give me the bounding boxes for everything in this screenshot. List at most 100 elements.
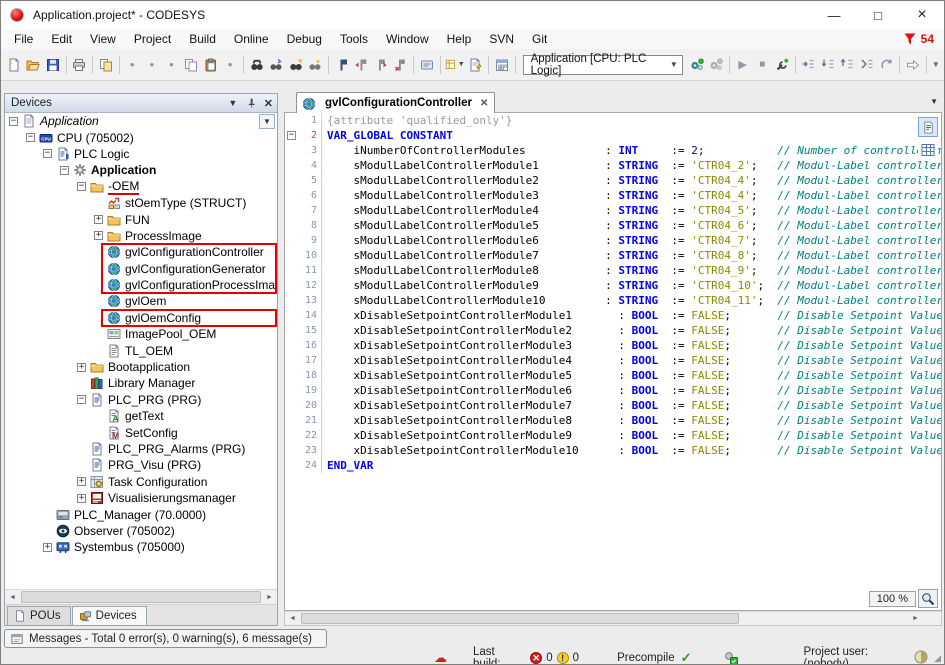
active-application-combo[interactable]: Application [CPU: PLC Logic]▼: [523, 55, 683, 75]
menu-project[interactable]: Project: [125, 30, 180, 48]
cloud-status-icon[interactable]: ☁: [434, 650, 447, 665]
expand-toggle-icon[interactable]: +: [94, 215, 103, 224]
tree-item-visualisierungsmanager[interactable]: +Visualisierungsmanager: [5, 490, 277, 506]
tree-item-cpu-705002[interactable]: −CPUCPU (705002): [5, 129, 277, 145]
toolbar-undo-button[interactable]: •: [123, 54, 143, 76]
tree-item-gvlconfigurationcontroller[interactable]: gvlConfigurationController: [5, 244, 277, 260]
tab-pous[interactable]: POUs: [7, 606, 71, 625]
toolbar-copy-project-button[interactable]: [96, 54, 116, 76]
zoom-level[interactable]: 100 %: [869, 591, 916, 607]
zoom-magnifier-button[interactable]: [918, 589, 938, 608]
toolbar-run-to-cursor-button[interactable]: [857, 54, 877, 76]
toolbar-step-over-button[interactable]: [798, 54, 818, 76]
toolbar-login-button[interactable]: [687, 54, 707, 76]
filter-flag-icon[interactable]: [903, 32, 917, 46]
pin-icon[interactable]: [246, 97, 257, 109]
toolbar-find-button[interactable]: [247, 54, 267, 76]
toolbar-toggle-bookmark-button[interactable]: [332, 54, 352, 76]
tree-item-gvlconfigurationgenerator[interactable]: gvlConfigurationGenerator: [5, 261, 277, 277]
toolbar-replace-button[interactable]: [266, 54, 286, 76]
toolbar-delete-button[interactable]: •: [220, 54, 240, 76]
toolbar-logout-button[interactable]: [706, 54, 726, 76]
expand-toggle-icon[interactable]: +: [77, 363, 86, 372]
toolbar-open-project-button[interactable]: [24, 54, 44, 76]
textual-view-button[interactable]: [918, 117, 938, 137]
collapse-toggle-icon[interactable]: −: [43, 149, 52, 158]
tab-devices[interactable]: Devices: [72, 606, 147, 625]
toolbar-paste-button[interactable]: [201, 54, 221, 76]
scrollbar-thumb[interactable]: [301, 613, 739, 624]
menu-svn[interactable]: SVN: [480, 30, 523, 48]
panel-menu-icon[interactable]: ▼: [227, 98, 239, 108]
tree-item-plc-logic[interactable]: −PLC Logic: [5, 146, 277, 162]
tree-item-stoemtype-struct[interactable]: stOemType (STRUCT): [5, 195, 277, 211]
tabular-view-button[interactable]: [918, 140, 938, 160]
scroll-left-icon[interactable]: ◄: [5, 590, 20, 604]
messages-bar[interactable]: Messages - Total 0 error(s), 0 warning(s…: [4, 629, 327, 648]
toolbar-copy-button[interactable]: [181, 54, 201, 76]
collapse-toggle-icon[interactable]: −: [77, 182, 86, 191]
tab-list-dropdown-icon[interactable]: ▼: [930, 97, 938, 106]
close-button[interactable]: ×: [900, 1, 944, 29]
toolbar-start-button[interactable]: ▶: [733, 54, 753, 76]
toolbar-new-file-button[interactable]: [4, 54, 24, 76]
menu-git[interactable]: Git: [523, 30, 556, 48]
tree-item-gvloem[interactable]: gvlOem: [5, 293, 277, 309]
tree-item-application[interactable]: −Application: [5, 113, 277, 129]
tree-item-task-configuration[interactable]: +Task Configuration: [5, 474, 277, 490]
toolbar-next-bookmark-button[interactable]: [371, 54, 391, 76]
toolbar-export-button[interactable]: [417, 54, 437, 76]
tree-item-fun[interactable]: +FUN: [5, 211, 277, 227]
menu-file[interactable]: File: [5, 30, 42, 48]
editor-tab-gvlconfigurationcontroller[interactable]: gvlConfigurationController ✕: [296, 92, 495, 113]
toolbar-breakpoints-button[interactable]: [772, 54, 792, 76]
toolbar-previous-bookmark-button[interactable]: [352, 54, 372, 76]
tree-item-bootapplication[interactable]: +Bootapplication: [5, 359, 277, 375]
toolbar-save-project-button[interactable]: [43, 54, 63, 76]
menu-edit[interactable]: Edit: [42, 30, 81, 48]
scroll-left-icon[interactable]: ◄: [285, 612, 300, 625]
scroll-right-icon[interactable]: ►: [262, 590, 277, 604]
expand-toggle-icon[interactable]: +: [94, 231, 103, 240]
expand-toggle-icon[interactable]: +: [77, 477, 86, 486]
tree-item-application[interactable]: −Application: [5, 162, 277, 178]
editor-horizontal-scrollbar[interactable]: ◄ ►: [284, 611, 942, 626]
minimize-button[interactable]: —: [812, 1, 856, 29]
toolbar-reset-button[interactable]: [877, 54, 897, 76]
tree-item-observer-705002[interactable]: Observer (705002): [5, 523, 277, 539]
menu-view[interactable]: View: [81, 30, 125, 48]
toolbar-stop-button[interactable]: ■: [752, 54, 772, 76]
tree-item-systembus-705000[interactable]: +Systembus (705000): [5, 539, 277, 555]
toolbar-overflow-icon[interactable]: ▼: [930, 60, 942, 69]
scrollbar-thumb[interactable]: [21, 591, 261, 603]
tree-item-tl-oem[interactable]: TL_OEM: [5, 342, 277, 358]
toolbar-new-object-button[interactable]: ▼: [444, 54, 466, 76]
menu-build[interactable]: Build: [180, 30, 225, 48]
tree-item-plc-manager-70-0000[interactable]: PLC_Manager (70.0000): [5, 506, 277, 522]
tree-item-prg-visu-prg[interactable]: PRG_Visu (PRG): [5, 457, 277, 473]
tree-item-gvloemconfig[interactable]: gvlOemConfig: [5, 310, 277, 326]
menu-window[interactable]: Window: [377, 30, 438, 48]
toolbar-build-button[interactable]: [492, 54, 512, 76]
user-shield-icon[interactable]: [914, 650, 928, 665]
expand-toggle-icon[interactable]: +: [77, 494, 86, 503]
tree-item-oem[interactable]: −-OEM: [5, 179, 277, 195]
menu-help[interactable]: Help: [438, 30, 481, 48]
toolbar-step-out-button[interactable]: [838, 54, 858, 76]
tree-item-gettext[interactable]: AgetText: [5, 408, 277, 424]
expand-toggle-icon[interactable]: +: [43, 543, 52, 552]
menu-tools[interactable]: Tools: [331, 30, 377, 48]
panel-close-icon[interactable]: ✕: [264, 97, 273, 110]
tree-item-library-manager[interactable]: Library Manager: [5, 375, 277, 391]
collapse-toggle-icon[interactable]: −: [60, 166, 69, 175]
tree-item-plc-prg-prg[interactable]: −PLC_PRG (PRG): [5, 392, 277, 408]
toolbar-cut-button[interactable]: •: [162, 54, 182, 76]
tree-item-setconfig[interactable]: MSetConfig: [5, 424, 277, 440]
collapse-toggle-icon[interactable]: −: [9, 117, 18, 126]
tree-item-plc-prg-alarms-prg[interactable]: PLC_PRG_Alarms (PRG): [5, 441, 277, 457]
scroll-right-icon[interactable]: ►: [908, 612, 923, 625]
menu-online[interactable]: Online: [225, 30, 278, 48]
code-editor[interactable]: 1{attribute 'qualified_only'}−2VAR_GLOBA…: [284, 113, 942, 611]
tab-close-icon[interactable]: ✕: [480, 98, 488, 109]
tree-item-imagepool-oem[interactable]: ImagePool_OEM: [5, 326, 277, 342]
